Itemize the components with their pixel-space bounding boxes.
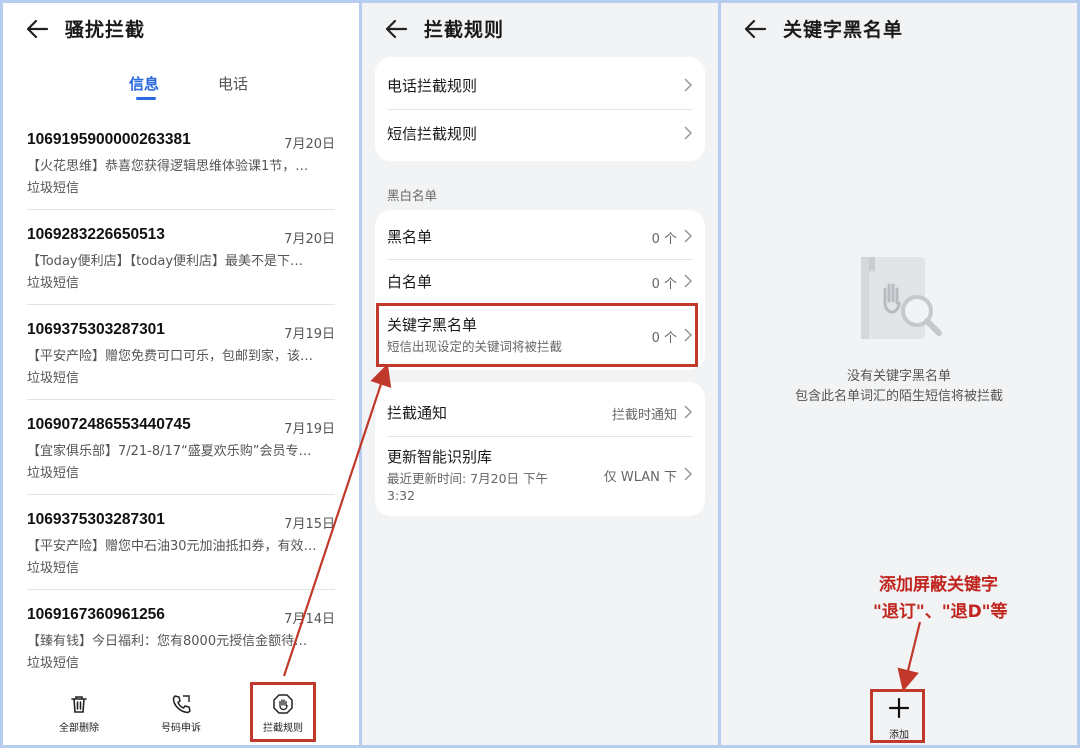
empty-state-description: 包含此名单词汇的陌生短信将被拦截 [794, 389, 1003, 404]
tab-bar: 信息 电话 [3, 73, 359, 103]
message-preview: 【火花思维】恭喜您获得逻辑思维体验课1节，… [27, 159, 309, 174]
sender-number: 1069375303287301 [27, 321, 165, 338]
chevron-right-icon [684, 126, 693, 140]
message-tag: 垃圾短信 [27, 371, 80, 386]
blacklist-label: 黑名单 [387, 228, 433, 246]
message-date: 7月19日 [284, 422, 335, 437]
highlight-box [250, 682, 316, 742]
call-rules-item[interactable]: 电话拦截规则 [387, 75, 693, 97]
sender-number: 1069195900000263381 [27, 131, 191, 148]
notify-item[interactable]: 拦截通知 拦截时通知 [387, 402, 693, 424]
tab-messages[interactable]: 信息 [129, 73, 159, 94]
sender-number: 1069167360961256 [27, 606, 165, 623]
list-item[interactable]: 1069375303287301 7月15日 【平安产险】赠您中石油30元加油抵… [27, 495, 335, 590]
list-item[interactable]: 1069195900000263381 7月20日 【火花思维】恭喜您获得逻辑思… [27, 115, 335, 210]
list-item[interactable]: 1069167360961256 7月14日 【臻有钱】今日福利：您有8000元… [27, 590, 335, 685]
delete-all-label: 全部删除 [59, 723, 99, 734]
sender-number: 1069283226650513 [27, 226, 165, 243]
rules-card: 电话拦截规则 短信拦截规则 [375, 57, 705, 161]
sender-number: 1069072486553440745 [27, 416, 191, 433]
page-title: 骚扰拦截 [65, 19, 146, 41]
sender-number: 1069375303287301 [27, 511, 165, 528]
chevron-right-icon [684, 229, 693, 243]
message-date: 7月19日 [284, 327, 335, 342]
whitelist-item[interactable]: 白名单 0 个 [387, 271, 693, 293]
chevron-right-icon [684, 405, 693, 419]
delete-all-button[interactable]: 全部删除 [39, 693, 119, 734]
tab-indicator [136, 97, 156, 100]
spam-block-panel: 骚扰拦截 信息 电话 1069195900000263381 7月20日 【火花… [3, 3, 359, 745]
annotation-line1: 添加屏蔽关键字 [879, 575, 998, 595]
phone-icon [172, 695, 191, 714]
list-item[interactable]: 1069072486553440745 7月19日 【宜家俱乐部】7/21-8/… [27, 400, 335, 495]
message-tag: 垃圾短信 [27, 656, 80, 671]
list-item[interactable]: 1069375303287301 7月19日 【平安产险】赠您免费可口可乐，包邮… [27, 305, 335, 400]
message-date: 7月14日 [284, 612, 335, 627]
blacklist-count: 0 个 [651, 232, 677, 247]
block-rules-panel: 拦截规则 电话拦截规则 短信拦截规则 黑白名单 黑名单 0 个 白名单 0 个 … [362, 3, 718, 745]
header: 骚扰拦截 [3, 3, 359, 55]
notify-value: 拦截时通知 [611, 408, 677, 423]
sms-rules-item[interactable]: 短信拦截规则 [387, 123, 693, 145]
highlight-box [870, 689, 925, 743]
page-title: 关键字黑名单 [783, 19, 904, 41]
message-tag: 垃圾短信 [27, 276, 80, 291]
message-tag: 垃圾短信 [27, 466, 80, 481]
header: 拦截规则 [362, 3, 718, 55]
message-preview: 【宜家俱乐部】7/21-8/17“盛夏欢乐购”会员专… [27, 444, 312, 459]
chevron-right-icon [684, 274, 693, 288]
message-date: 7月20日 [284, 137, 335, 152]
message-date: 7月15日 [284, 517, 335, 532]
message-date: 7月20日 [284, 232, 335, 247]
back-arrow-icon[interactable] [384, 17, 410, 41]
annotation-line2: "退订"、"退D"等 [873, 602, 1008, 622]
settings-card: 拦截通知 拦截时通知 更新智能识别库 最近更新时间: 7月20日 下午 3:32… [375, 382, 705, 516]
empty-list-illustration-icon [861, 257, 942, 339]
update-time-line2: 3:32 [387, 488, 416, 503]
section-title: 黑白名单 [387, 188, 438, 203]
header: 关键字黑名单 [721, 3, 1077, 55]
whitelist-count: 0 个 [651, 277, 677, 292]
tab-calls[interactable]: 电话 [218, 73, 248, 94]
blacklist-item[interactable]: 黑名单 0 个 [387, 226, 693, 248]
update-library-item[interactable]: 更新智能识别库 最近更新时间: 7月20日 下午 3:32 仅 WLAN 下 [387, 446, 693, 506]
empty-state-title: 没有关键字黑名单 [846, 369, 951, 384]
back-arrow-icon[interactable] [25, 17, 51, 41]
message-preview: 【平安产险】赠您中石油30元加油抵扣券，有效… [27, 539, 317, 554]
divider [387, 109, 693, 110]
sms-rules-label: 短信拦截规则 [387, 125, 478, 143]
report-number-label: 号码申诉 [161, 723, 201, 734]
divider [387, 436, 693, 437]
chevron-right-icon [684, 467, 693, 481]
highlight-box [376, 303, 698, 367]
divider [387, 259, 693, 260]
update-condition: 仅 WLAN 下 [603, 470, 677, 485]
screenshot-frame: 骚扰拦截 信息 电话 1069195900000263381 7月20日 【火花… [0, 0, 1080, 748]
message-preview: 【Today便利店】【today便利店】最美不是下… [27, 254, 304, 269]
trash-icon [71, 696, 87, 713]
update-time-line1: 最近更新时间: 7月20日 下午 [387, 471, 549, 486]
report-number-button[interactable]: 号码申诉 [141, 693, 221, 734]
update-library-label: 更新智能识别库 [387, 448, 493, 466]
list-item[interactable]: 1069283226650513 7月20日 【Today便利店】【today便… [27, 210, 335, 305]
message-tag: 垃圾短信 [27, 561, 80, 576]
page-title: 拦截规则 [424, 19, 505, 41]
back-arrow-icon[interactable] [743, 17, 769, 41]
message-preview: 【臻有钱】今日福利：您有8000元授信金额待… [27, 634, 308, 649]
whitelist-label: 白名单 [387, 273, 433, 291]
keyword-blacklist-panel: 关键字黑名单 没有关键字黑名单 包含此名单词汇的陌生短信将被拦截 添加屏蔽关键字… [721, 3, 1077, 745]
call-rules-label: 电话拦截规则 [387, 77, 478, 95]
message-tag: 垃圾短信 [27, 181, 80, 196]
message-preview: 【平安产险】赠您免费可口可乐，包邮到家，该… [27, 349, 314, 364]
notify-label: 拦截通知 [387, 404, 448, 422]
chevron-right-icon [684, 78, 693, 92]
